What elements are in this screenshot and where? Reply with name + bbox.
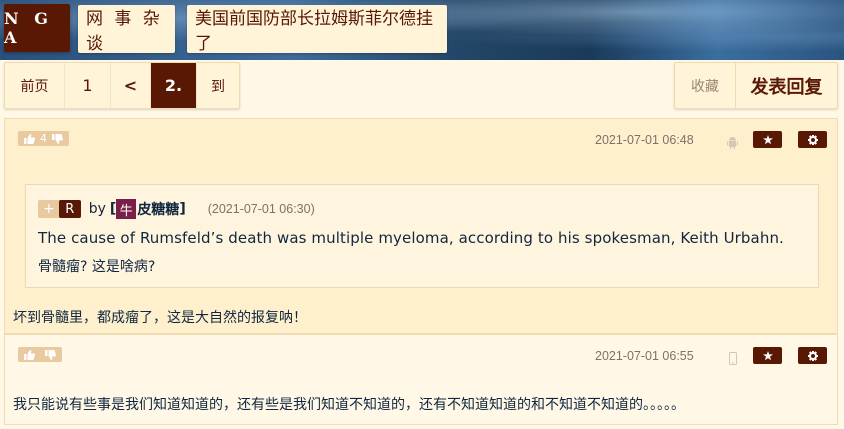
bracket-close: ] bbox=[179, 201, 186, 217]
post-date: 2021-07-01 06:55 bbox=[595, 349, 694, 363]
quote-line-2: 骨髓瘤? 这是啥病? bbox=[38, 259, 156, 275]
page-1-button[interactable]: 1 bbox=[65, 63, 111, 108]
topic-actions: 收藏 发表回复 bbox=[674, 62, 838, 109]
reply-r-badge[interactable]: R bbox=[58, 200, 81, 218]
quote-header: + R by [ 牛 皮糖糖 ] (2021-07-01 06:30) bbox=[38, 199, 315, 219]
post-body: 我只能说有些事是我们知道知道的，还有些是我们知道不知道的，还有不知道知道的和不知… bbox=[13, 397, 685, 413]
thumbs-down-icon[interactable] bbox=[45, 349, 56, 360]
pagination: 前页 1 < 2. 到 bbox=[4, 62, 240, 109]
post-item: 4 2021-07-01 06:48 + R by [ 牛 皮糖糖 ] (202… bbox=[4, 118, 838, 334]
star-button[interactable] bbox=[753, 131, 782, 148]
thumbs-up-icon[interactable] bbox=[24, 133, 35, 144]
settings-button[interactable] bbox=[798, 131, 827, 148]
post-item: 2021-07-01 06:55 我只能说有些事是我们知道知道的，还有些是我们知… bbox=[4, 334, 838, 425]
back-page-button[interactable]: < bbox=[111, 63, 151, 108]
settings-button[interactable] bbox=[798, 347, 827, 364]
reply-button[interactable]: 发表回复 bbox=[736, 63, 837, 108]
quote-username[interactable]: [ 牛 皮糖糖 ] bbox=[110, 199, 186, 219]
username-rest: 皮糖糖 bbox=[137, 202, 180, 218]
star-button[interactable] bbox=[753, 347, 782, 364]
breadcrumb-topic[interactable]: 美国前国防部长拉姆斯菲尔德挂了 bbox=[187, 5, 447, 54]
quote-time: (2021-07-01 06:30) bbox=[207, 202, 315, 216]
thumbs-up-icon[interactable] bbox=[24, 349, 35, 360]
vote-widget[interactable]: 4 bbox=[18, 131, 69, 146]
plus-label: + bbox=[43, 201, 55, 217]
android-icon bbox=[727, 134, 738, 153]
quote-expand-button[interactable]: + R bbox=[38, 200, 81, 218]
post-date: 2021-07-01 06:48 bbox=[595, 133, 694, 147]
post-body: 坏到骨髓里，都成瘤了，这是大自然的报复呐！ bbox=[13, 310, 307, 326]
quote-line-1: The cause of Rumsfeld’s death was multip… bbox=[38, 229, 784, 247]
prev-page-button[interactable]: 前页 bbox=[5, 63, 65, 108]
star-icon bbox=[762, 346, 773, 365]
goto-page-button[interactable]: 到 bbox=[197, 63, 239, 108]
gear-icon bbox=[807, 130, 818, 149]
phone-icon bbox=[729, 350, 737, 369]
current-page: 2. bbox=[151, 63, 197, 108]
gear-icon bbox=[807, 346, 818, 365]
quote-by: by bbox=[88, 201, 106, 217]
vote-count: 4 bbox=[40, 132, 47, 145]
thumbs-down-icon[interactable] bbox=[52, 133, 63, 144]
vote-widget[interactable] bbox=[18, 347, 62, 362]
breadcrumb-forum[interactable]: 网 事 杂 谈 bbox=[78, 5, 175, 54]
user-badge: 牛 bbox=[116, 199, 137, 219]
nga-logo[interactable]: N G A bbox=[4, 4, 70, 52]
favorite-button[interactable]: 收藏 bbox=[675, 63, 736, 108]
quote-block: + R by [ 牛 皮糖糖 ] (2021-07-01 06:30) The … bbox=[25, 184, 819, 288]
star-icon bbox=[762, 130, 773, 149]
